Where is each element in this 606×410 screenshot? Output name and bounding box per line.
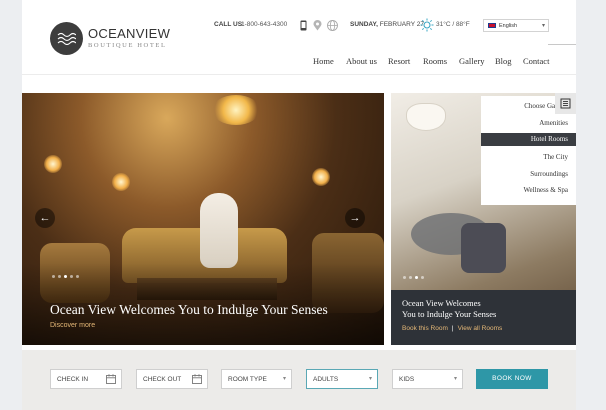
language-label: English xyxy=(499,23,518,29)
nav-resort[interactable]: Resort xyxy=(388,56,410,66)
room-type-label: ROOM TYPE xyxy=(228,376,267,383)
current-date: SUNDAY, FEBRUARY 27 xyxy=(350,21,424,28)
view-all-rooms-link[interactable]: View all Rooms xyxy=(458,325,503,332)
list-icon xyxy=(560,98,571,109)
menu-hotel-rooms[interactable]: Hotel Rooms xyxy=(481,133,576,146)
room-links: Book this Room | View all Rooms xyxy=(402,325,502,332)
slide-dot-active[interactable] xyxy=(64,275,67,278)
nav-about-us[interactable]: About us xyxy=(346,56,377,66)
globe-icon[interactable] xyxy=(327,20,338,31)
room-caption: Ocean View Welcomes You to Indulge Your … xyxy=(391,290,576,345)
slide-dot[interactable] xyxy=(76,275,79,278)
hero-slide-dots xyxy=(52,275,79,278)
booking-bar: CHECK IN CHECK OUT ROOM TYPE ▾ ADULTS ▾ xyxy=(22,350,576,410)
nav-home[interactable]: Home xyxy=(313,56,334,66)
woman-photo-detail xyxy=(200,193,238,268)
check-out-field[interactable]: CHECK OUT xyxy=(136,369,208,389)
adults-label: ADULTS xyxy=(313,376,339,383)
weather-readout: 31°C / 88°F xyxy=(436,21,470,28)
discover-more-link[interactable]: Discover more xyxy=(50,322,95,329)
link-separator: | xyxy=(451,325,454,332)
lamp-photo-detail xyxy=(112,173,130,191)
adults-select[interactable]: ADULTS ▾ xyxy=(306,369,378,389)
slide-dot[interactable] xyxy=(58,275,61,278)
slide-dot-active[interactable] xyxy=(415,276,418,279)
chevron-down-icon: ▾ xyxy=(368,376,372,382)
room-type-select[interactable]: ROOM TYPE ▾ xyxy=(221,369,292,389)
header-divider xyxy=(22,74,576,75)
kids-select[interactable]: KIDS ▾ xyxy=(392,369,463,389)
waves-icon xyxy=(57,32,76,45)
check-in-field[interactable]: CHECK IN xyxy=(50,369,122,389)
language-select[interactable]: English ▾ xyxy=(483,19,549,32)
uk-flag-icon xyxy=(488,23,496,28)
phone-number[interactable]: 1-800-643-4300 xyxy=(241,21,287,35)
logo-mark[interactable] xyxy=(50,22,83,55)
slide-dot[interactable] xyxy=(409,276,412,279)
nav-contact[interactable]: Contact xyxy=(523,56,549,66)
slide-dot[interactable] xyxy=(421,276,424,279)
arrow-left-icon: ← xyxy=(39,212,51,224)
mobile-icon[interactable] xyxy=(300,20,307,31)
brand-tagline: BOUTIQUE HOTEL xyxy=(88,42,167,49)
chevron-down-icon: ▾ xyxy=(453,376,457,382)
nav-gallery[interactable]: Gallery xyxy=(459,56,485,66)
lamp-photo-detail xyxy=(44,155,62,173)
calendar-icon xyxy=(192,374,202,384)
map-pin-icon[interactable] xyxy=(313,20,322,31)
nav-divider xyxy=(548,44,576,45)
calendar-icon xyxy=(106,374,116,384)
ceiling-lamp-photo-detail xyxy=(406,103,446,131)
sun-icon xyxy=(420,18,434,32)
brand-name[interactable]: OCEANVIEW xyxy=(88,26,170,41)
gallery-slide-dots xyxy=(403,276,424,279)
next-slide-button[interactable]: → xyxy=(345,208,365,228)
slide-dot[interactable] xyxy=(403,276,406,279)
menu-amenities[interactable]: Amenities xyxy=(539,119,568,127)
book-this-room-link[interactable]: Book this Room xyxy=(402,325,448,332)
chevron-down-icon: ▾ xyxy=(541,23,545,29)
slide-dot[interactable] xyxy=(70,275,73,278)
kids-label: KIDS xyxy=(399,376,415,383)
lamp-photo-detail xyxy=(312,168,330,186)
check-in-label: CHECK IN xyxy=(57,376,89,383)
nav-rooms[interactable]: Rooms xyxy=(423,56,447,66)
gallery-menu-toggle[interactable] xyxy=(555,93,576,114)
book-now-button[interactable]: BOOK NOW xyxy=(476,369,548,389)
menu-the-city[interactable]: The City xyxy=(543,153,568,161)
chandelier-photo-detail xyxy=(212,95,260,125)
chevron-down-icon: ▾ xyxy=(282,376,286,382)
arrow-right-icon: → xyxy=(349,212,361,224)
call-label: CALL US: xyxy=(214,21,245,28)
prev-slide-button[interactable]: ← xyxy=(35,208,55,228)
page: OCEANVIEW BOUTIQUE HOTEL CALL US: 1-800-… xyxy=(22,0,576,410)
nav-blog[interactable]: Blog xyxy=(495,56,512,66)
slide-dot[interactable] xyxy=(52,275,55,278)
room-caption-title: Ocean View Welcomes You to Indulge Your … xyxy=(402,298,497,319)
menu-wellness-spa[interactable]: Wellness & Spa xyxy=(523,186,568,194)
check-out-label: CHECK OUT xyxy=(143,376,182,383)
hero-title: Ocean View Welcomes You to Indulge Your … xyxy=(50,302,328,317)
menu-surroundings[interactable]: Surroundings xyxy=(530,170,568,178)
hero-slider[interactable]: ← → Ocean View Welcomes You to Indulge Y… xyxy=(22,93,384,345)
chair-photo-detail xyxy=(461,223,506,273)
